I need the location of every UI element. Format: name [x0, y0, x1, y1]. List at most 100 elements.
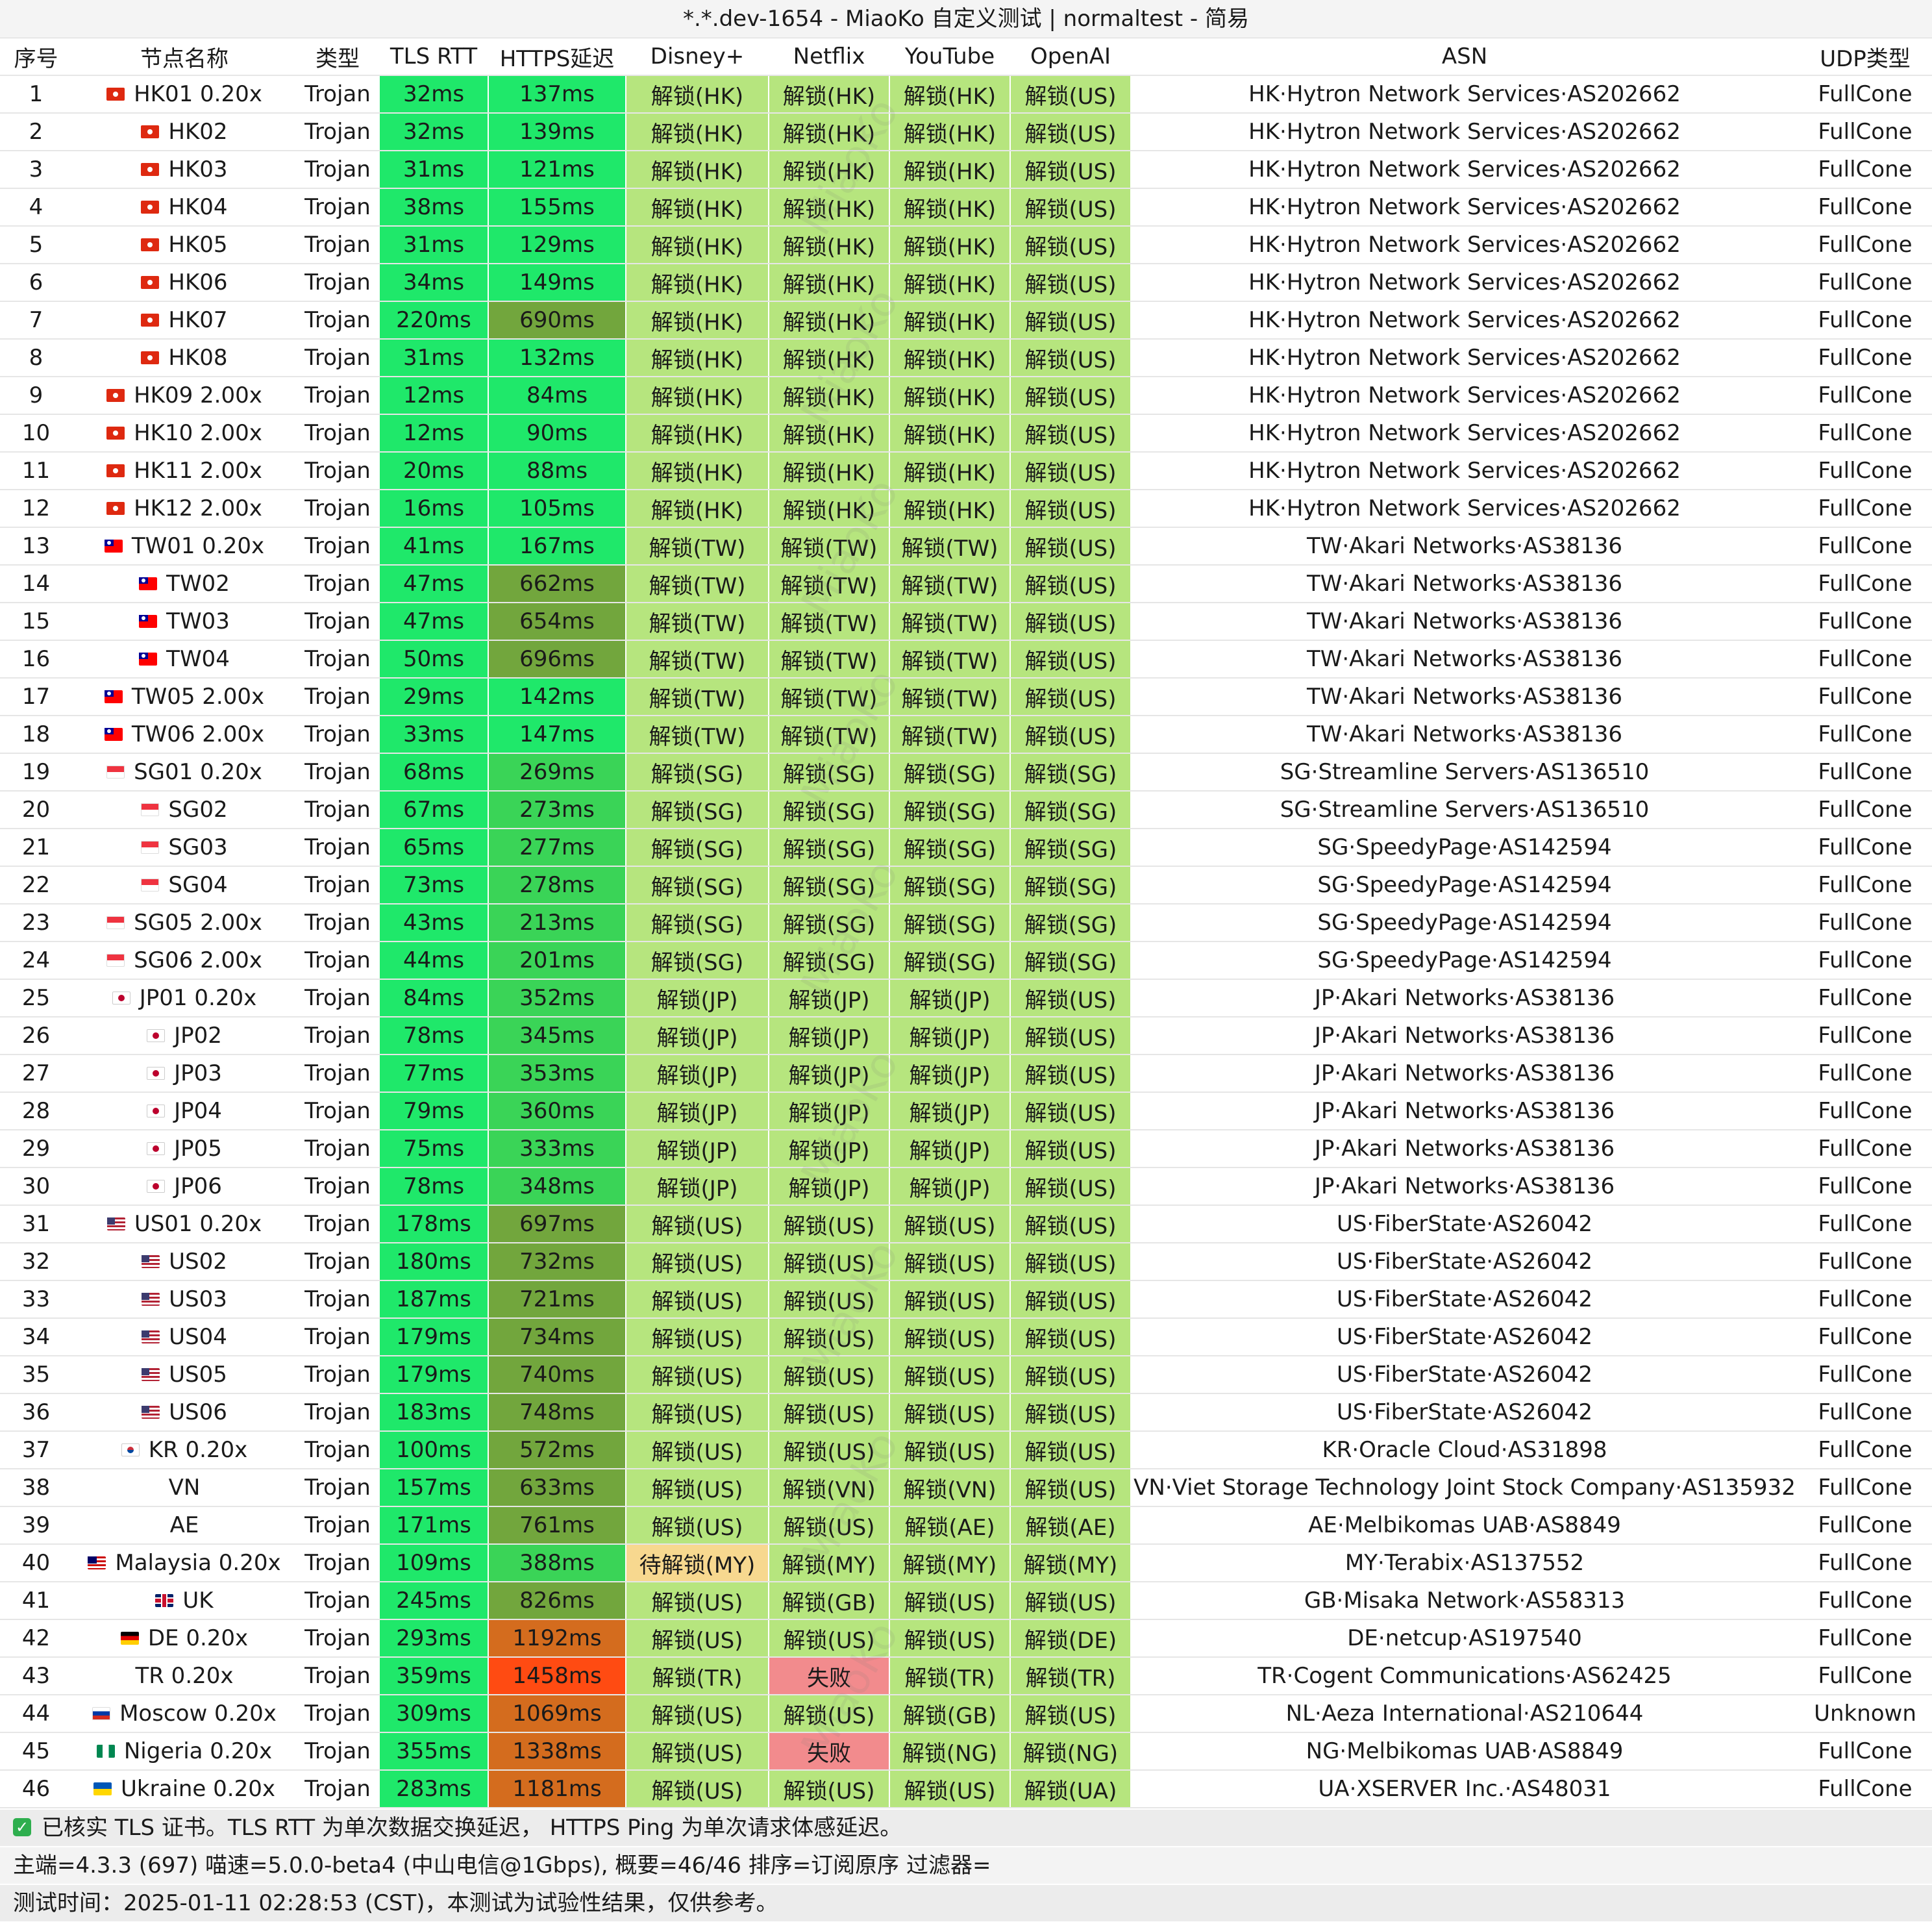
https-latency: 90ms — [488, 414, 626, 453]
disney-status: 解锁(US) — [626, 1393, 769, 1432]
https-latency: 201ms — [488, 942, 626, 980]
netflix-status: 解锁(JP) — [769, 1167, 890, 1206]
header-asn: ASN — [1131, 38, 1799, 76]
node-type: Trojan — [296, 1431, 380, 1469]
asn: JP·Akari Networks·AS38136 — [1131, 1092, 1799, 1130]
youtube-status: 解锁(SG) — [889, 866, 1011, 905]
node-type: Trojan — [296, 942, 380, 980]
node-type: Trojan — [296, 1582, 380, 1620]
youtube-status: 解锁(TW) — [889, 603, 1011, 641]
flag-tw-icon — [104, 690, 123, 703]
tls-rtt: 31ms — [379, 339, 489, 377]
https-latency: 732ms — [488, 1243, 626, 1281]
node-name-cell: US04 — [73, 1318, 297, 1356]
netflix-status: 解锁(GB) — [769, 1582, 890, 1620]
https-latency: 696ms — [488, 640, 626, 679]
openai-status: 解锁(US) — [1010, 527, 1132, 566]
node-type: Trojan — [296, 188, 380, 227]
row-number: 21 — [0, 829, 73, 867]
udp-type: FullCone — [1798, 377, 1932, 415]
node-name: SG01 0.20x — [134, 759, 262, 785]
asn: HK·Hytron Network Services·AS202662 — [1131, 377, 1799, 415]
node-type: Trojan — [296, 1770, 380, 1808]
openai-status: 解锁(US) — [1010, 678, 1132, 716]
udp-type: FullCone — [1798, 188, 1932, 227]
udp-type: FullCone — [1798, 866, 1932, 905]
node-name-cell: Moscow 0.20x — [73, 1695, 297, 1733]
udp-type: FullCone — [1798, 942, 1932, 980]
youtube-status: 解锁(JP) — [889, 1092, 1011, 1130]
node-name: SG04 — [168, 872, 228, 898]
result-rows: 1 HK01 0.20x Trojan 32ms 137ms 解锁(HK) 解锁(HK) 解锁… — [0, 75, 1932, 1808]
node-type: Trojan — [296, 791, 380, 829]
node-type: Trojan — [296, 904, 380, 942]
node-name-cell: HK12 2.00x — [73, 490, 297, 528]
row-number: 6 — [0, 264, 73, 302]
tls-rtt: 171ms — [379, 1506, 489, 1545]
asn: US·FiberState·AS26042 — [1131, 1318, 1799, 1356]
header-netflix: Netflix — [769, 38, 890, 76]
netflix-status: 解锁(HK) — [769, 490, 890, 528]
asn: JP·Akari Networks·AS38136 — [1131, 1017, 1799, 1055]
disney-status: 解锁(TW) — [626, 565, 769, 603]
footer-note: ✓ 已核实 TLS 证书。TLS RTT 为单次数据交换延迟， HTTPS Pin… — [0, 1808, 1932, 1846]
asn: US·FiberState·AS26042 — [1131, 1393, 1799, 1432]
node-name: JP03 — [174, 1060, 222, 1086]
row-number: 2 — [0, 113, 73, 151]
openai-status: 解锁(MY) — [1010, 1544, 1132, 1582]
openai-status: 解锁(US) — [1010, 565, 1132, 603]
https-latency: 697ms — [488, 1205, 626, 1243]
row-number: 41 — [0, 1582, 73, 1620]
table-row: 39 AE Trojan 171ms 761ms 解锁(US) 解锁(US) 解锁(AE) 解锁… — [0, 1506, 1932, 1545]
tls-rtt: 43ms — [379, 904, 489, 942]
flag-sg-icon — [141, 840, 160, 854]
https-latency: 1192ms — [488, 1619, 626, 1658]
node-name-cell: HK10 2.00x — [73, 414, 297, 453]
row-number: 26 — [0, 1017, 73, 1055]
netflix-status: 解锁(HK) — [769, 113, 890, 151]
udp-type: FullCone — [1798, 678, 1932, 716]
tls-rtt: 73ms — [379, 866, 489, 905]
https-latency: 740ms — [488, 1356, 626, 1394]
netflix-status: 解锁(US) — [769, 1431, 890, 1469]
https-latency: 572ms — [488, 1431, 626, 1469]
https-latency: 149ms — [488, 264, 626, 302]
disney-status: 解锁(JP) — [626, 1017, 769, 1055]
https-latency: 84ms — [488, 377, 626, 415]
flag-ng-icon — [96, 1744, 115, 1758]
https-latency: 277ms — [488, 829, 626, 867]
node-name-cell: US06 — [73, 1393, 297, 1432]
udp-type: FullCone — [1798, 1657, 1932, 1695]
flag-tw-icon — [139, 577, 158, 590]
youtube-status: 解锁(HK) — [889, 151, 1011, 189]
node-name-cell: TW03 — [73, 603, 297, 641]
udp-type: FullCone — [1798, 1130, 1932, 1168]
node-type: Trojan — [296, 1695, 380, 1733]
tls-rtt: 220ms — [379, 301, 489, 340]
asn: HK·Hytron Network Services·AS202662 — [1131, 301, 1799, 340]
tls-rtt: 47ms — [379, 565, 489, 603]
flag-jp-icon — [112, 991, 130, 1005]
flag-tw-icon — [139, 652, 158, 666]
flag-hk-icon — [106, 426, 125, 440]
node-name: Nigeria 0.20x — [123, 1738, 273, 1764]
header-youtube: YouTube — [889, 38, 1011, 76]
node-name-cell: JP01 0.20x — [73, 979, 297, 1017]
node-name: US02 — [169, 1249, 227, 1275]
udp-type: FullCone — [1798, 1506, 1932, 1545]
row-number: 27 — [0, 1055, 73, 1093]
row-number: 43 — [0, 1657, 73, 1695]
openai-status: 解锁(US) — [1010, 1695, 1132, 1733]
node-type: Trojan — [296, 264, 380, 302]
openai-status: 解锁(SG) — [1010, 829, 1132, 867]
https-latency: 352ms — [488, 979, 626, 1017]
asn: HK·Hytron Network Services·AS202662 — [1131, 226, 1799, 264]
netflix-status: 解锁(JP) — [769, 1017, 890, 1055]
row-number: 22 — [0, 866, 73, 905]
row-number: 38 — [0, 1469, 73, 1507]
tls-rtt: 293ms — [379, 1619, 489, 1658]
node-name-cell: VN — [73, 1469, 297, 1507]
flag-uk-icon — [155, 1593, 174, 1607]
https-latency: 147ms — [488, 716, 626, 754]
netflix-status: 解锁(US) — [769, 1506, 890, 1545]
